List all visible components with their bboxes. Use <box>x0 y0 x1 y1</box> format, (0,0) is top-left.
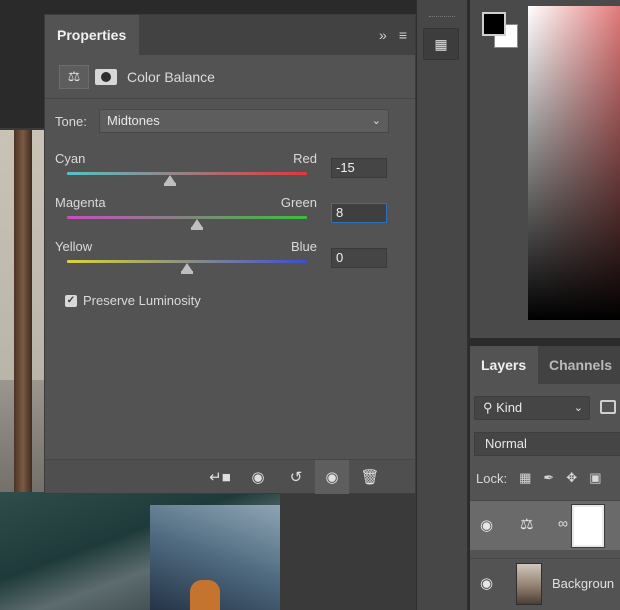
layer-row-background[interactable]: ◉ Backgroun <box>470 558 620 608</box>
slider-track[interactable] <box>67 216 307 219</box>
layers-panel: Layers Channels ⚲ Kind ⌄ Normal Lock: ▦ … <box>470 346 620 610</box>
slider-track[interactable] <box>67 172 307 175</box>
slider-right-label: Green <box>280 195 317 210</box>
slider-left-label: Magenta <box>55 195 106 210</box>
properties-tab-bar: Properties » ≡ <box>45 15 415 55</box>
adjustment-title: Color Balance <box>127 68 215 85</box>
color-picker-field[interactable] <box>528 6 620 320</box>
slider-left-label: Cyan <box>55 151 86 166</box>
magenta-green-slider[interactable]: Magenta Green <box>55 195 317 235</box>
tone-label: Tone: <box>55 113 87 129</box>
search-icon: ⚲ <box>483 400 497 415</box>
lock-artboard-icon[interactable]: ▣ <box>589 470 601 486</box>
properties-panel: Properties » ≡ ⚖ Color Balance Tone: Mid… <box>44 14 416 494</box>
balance-scale-icon[interactable]: ⚖ <box>59 64 89 89</box>
layer-row-color-balance[interactable]: ◉ ⚖ ∞ <box>470 500 620 550</box>
foreground-color-swatch[interactable] <box>482 12 506 36</box>
chevron-down-icon: ⌄ <box>371 115 381 127</box>
cyan-red-slider[interactable]: Cyan Red <box>55 151 317 191</box>
layer-mask-icon[interactable] <box>95 68 117 85</box>
tone-row: Tone: Midtones ⌄ <box>55 109 389 133</box>
clip-to-layer-icon[interactable]: ↵■ <box>203 460 237 494</box>
tab-layers[interactable]: Layers <box>470 346 538 384</box>
slider-right-label: Blue <box>290 239 317 254</box>
slider-thumb[interactable] <box>181 263 193 274</box>
layer-filter-dropdown[interactable]: ⚲ Kind ⌄ <box>474 396 590 420</box>
photo-orange-object <box>190 580 220 610</box>
panel-controls: » ≡ <box>379 15 407 55</box>
lock-label: Lock: <box>476 470 508 486</box>
slider-thumb[interactable] <box>164 175 177 186</box>
layer-thumbnail <box>516 563 542 605</box>
preserve-luminosity-label: Preserve Luminosity <box>83 293 201 308</box>
layer-mask-thumbnail[interactable] <box>571 504 605 548</box>
panel-dock-strip: ▦ <box>416 0 468 610</box>
slider-right-label: Red <box>293 151 317 166</box>
tone-dropdown[interactable]: Midtones ⌄ <box>99 109 389 133</box>
blend-mode-dropdown[interactable]: Normal <box>474 432 620 456</box>
preserve-luminosity-checkbox[interactable]: ✓ <box>65 294 77 307</box>
visibility-eye-icon[interactable]: ◉ <box>480 501 493 551</box>
link-chain-icon[interactable]: ∞ <box>558 515 568 531</box>
image-filter-icon[interactable] <box>600 400 616 414</box>
slider-left-label: Yellow <box>55 239 93 254</box>
visibility-eye-icon[interactable]: ◉ <box>315 460 349 494</box>
reset-icon[interactable]: ↺ <box>279 460 313 494</box>
preserve-luminosity-option[interactable]: ✓ Preserve Luminosity <box>65 293 201 308</box>
filter-value: Kind <box>496 400 523 415</box>
tone-value: Midtones <box>107 113 160 128</box>
lock-brush-icon[interactable]: ✒ <box>543 470 554 486</box>
lock-row: Lock: ▦ ✒ ✥ ▣ <box>476 470 601 486</box>
tab-properties[interactable]: Properties <box>45 15 139 55</box>
color-panel <box>470 0 620 338</box>
layer-name: Backgroun <box>552 576 615 591</box>
yellow-blue-slider[interactable]: Yellow Blue <box>55 239 317 279</box>
lock-position-icon[interactable]: ✥ <box>566 470 577 486</box>
cyan-red-value-input[interactable]: -15 <box>331 158 387 178</box>
trash-icon[interactable]: 🗑 <box>353 460 387 494</box>
tab-channels[interactable]: Channels <box>549 346 612 384</box>
hamburger-menu-icon[interactable]: ≡ <box>399 27 407 43</box>
chevron-down-icon: ⌄ <box>573 402 583 414</box>
properties-dock-icon[interactable]: ▦ <box>423 28 459 60</box>
layers-tab-bar: Layers Channels <box>470 346 620 384</box>
adjustment-header: ⚖ Color Balance <box>45 55 415 99</box>
drag-grip[interactable] <box>429 16 455 18</box>
view-previous-state-icon[interactable]: ◉ <box>241 460 275 494</box>
double-chevron-right-icon[interactable]: » <box>379 27 387 43</box>
lock-transparent-icon[interactable]: ▦ <box>519 470 531 486</box>
magenta-green-value-input[interactable]: 8 <box>331 203 387 223</box>
properties-footer: ↵■ ◉ ↺ ◉ 🗑 <box>45 459 415 494</box>
yellow-blue-value-input[interactable]: 0 <box>331 248 387 268</box>
visibility-eye-icon[interactable]: ◉ <box>480 559 493 609</box>
balance-scale-icon: ⚖ <box>520 516 534 533</box>
slider-thumb[interactable] <box>190 219 203 230</box>
